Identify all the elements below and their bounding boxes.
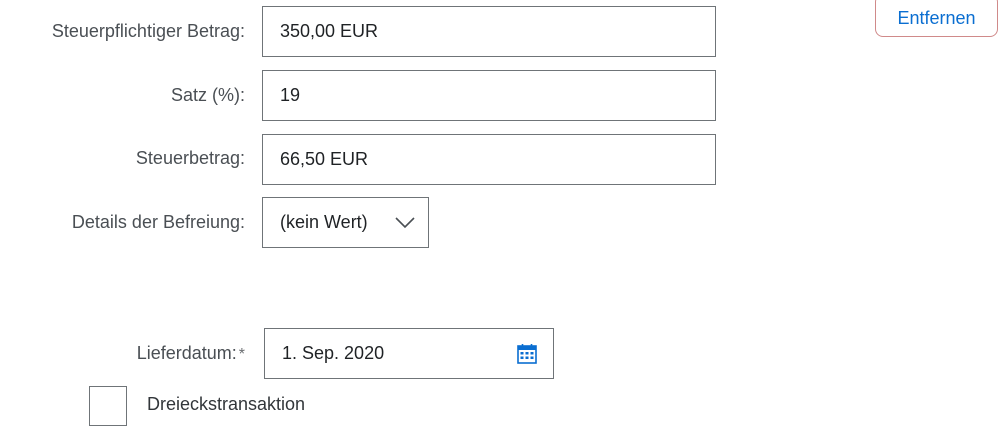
remove-button[interactable]: Entfernen [875, 0, 998, 37]
taxable-amount-field[interactable]: 350,00 EUR [262, 6, 716, 57]
calendar-icon[interactable] [515, 342, 539, 366]
chevron-down-icon[interactable] [394, 216, 416, 230]
tax-amount-label: Steuerbetrag: [135, 148, 245, 168]
delivery-date-value: 1. Sep. 2020 [282, 343, 385, 363]
delivery-date-label: Lieferdatum: * [137, 342, 245, 366]
triangular-transaction-label: Dreieckstransaktion [147, 394, 306, 414]
delivery-date-label-text: Lieferdatum: [136, 343, 237, 363]
tax-amount-field[interactable]: 66,50 EUR [262, 134, 716, 185]
required-marker: * [238, 346, 245, 363]
exemption-details-label: Details der Befreiung: [71, 212, 245, 232]
rate-label: Satz (%): [170, 85, 245, 105]
taxable-amount-value: 350,00 EUR [280, 21, 379, 41]
exemption-details-value: (kein Wert) [280, 212, 368, 232]
exemption-details-select[interactable]: (kein Wert) [262, 197, 429, 248]
tax-amount-value: 66,50 EUR [280, 149, 369, 169]
delivery-date-field[interactable]: 1. Sep. 2020 [264, 328, 554, 379]
triangular-transaction-checkbox[interactable] [89, 386, 127, 426]
rate-field[interactable]: 19 [262, 70, 716, 121]
taxable-amount-label: Steuerpflichtiger Betrag: [51, 21, 245, 41]
rate-value: 19 [280, 85, 301, 105]
